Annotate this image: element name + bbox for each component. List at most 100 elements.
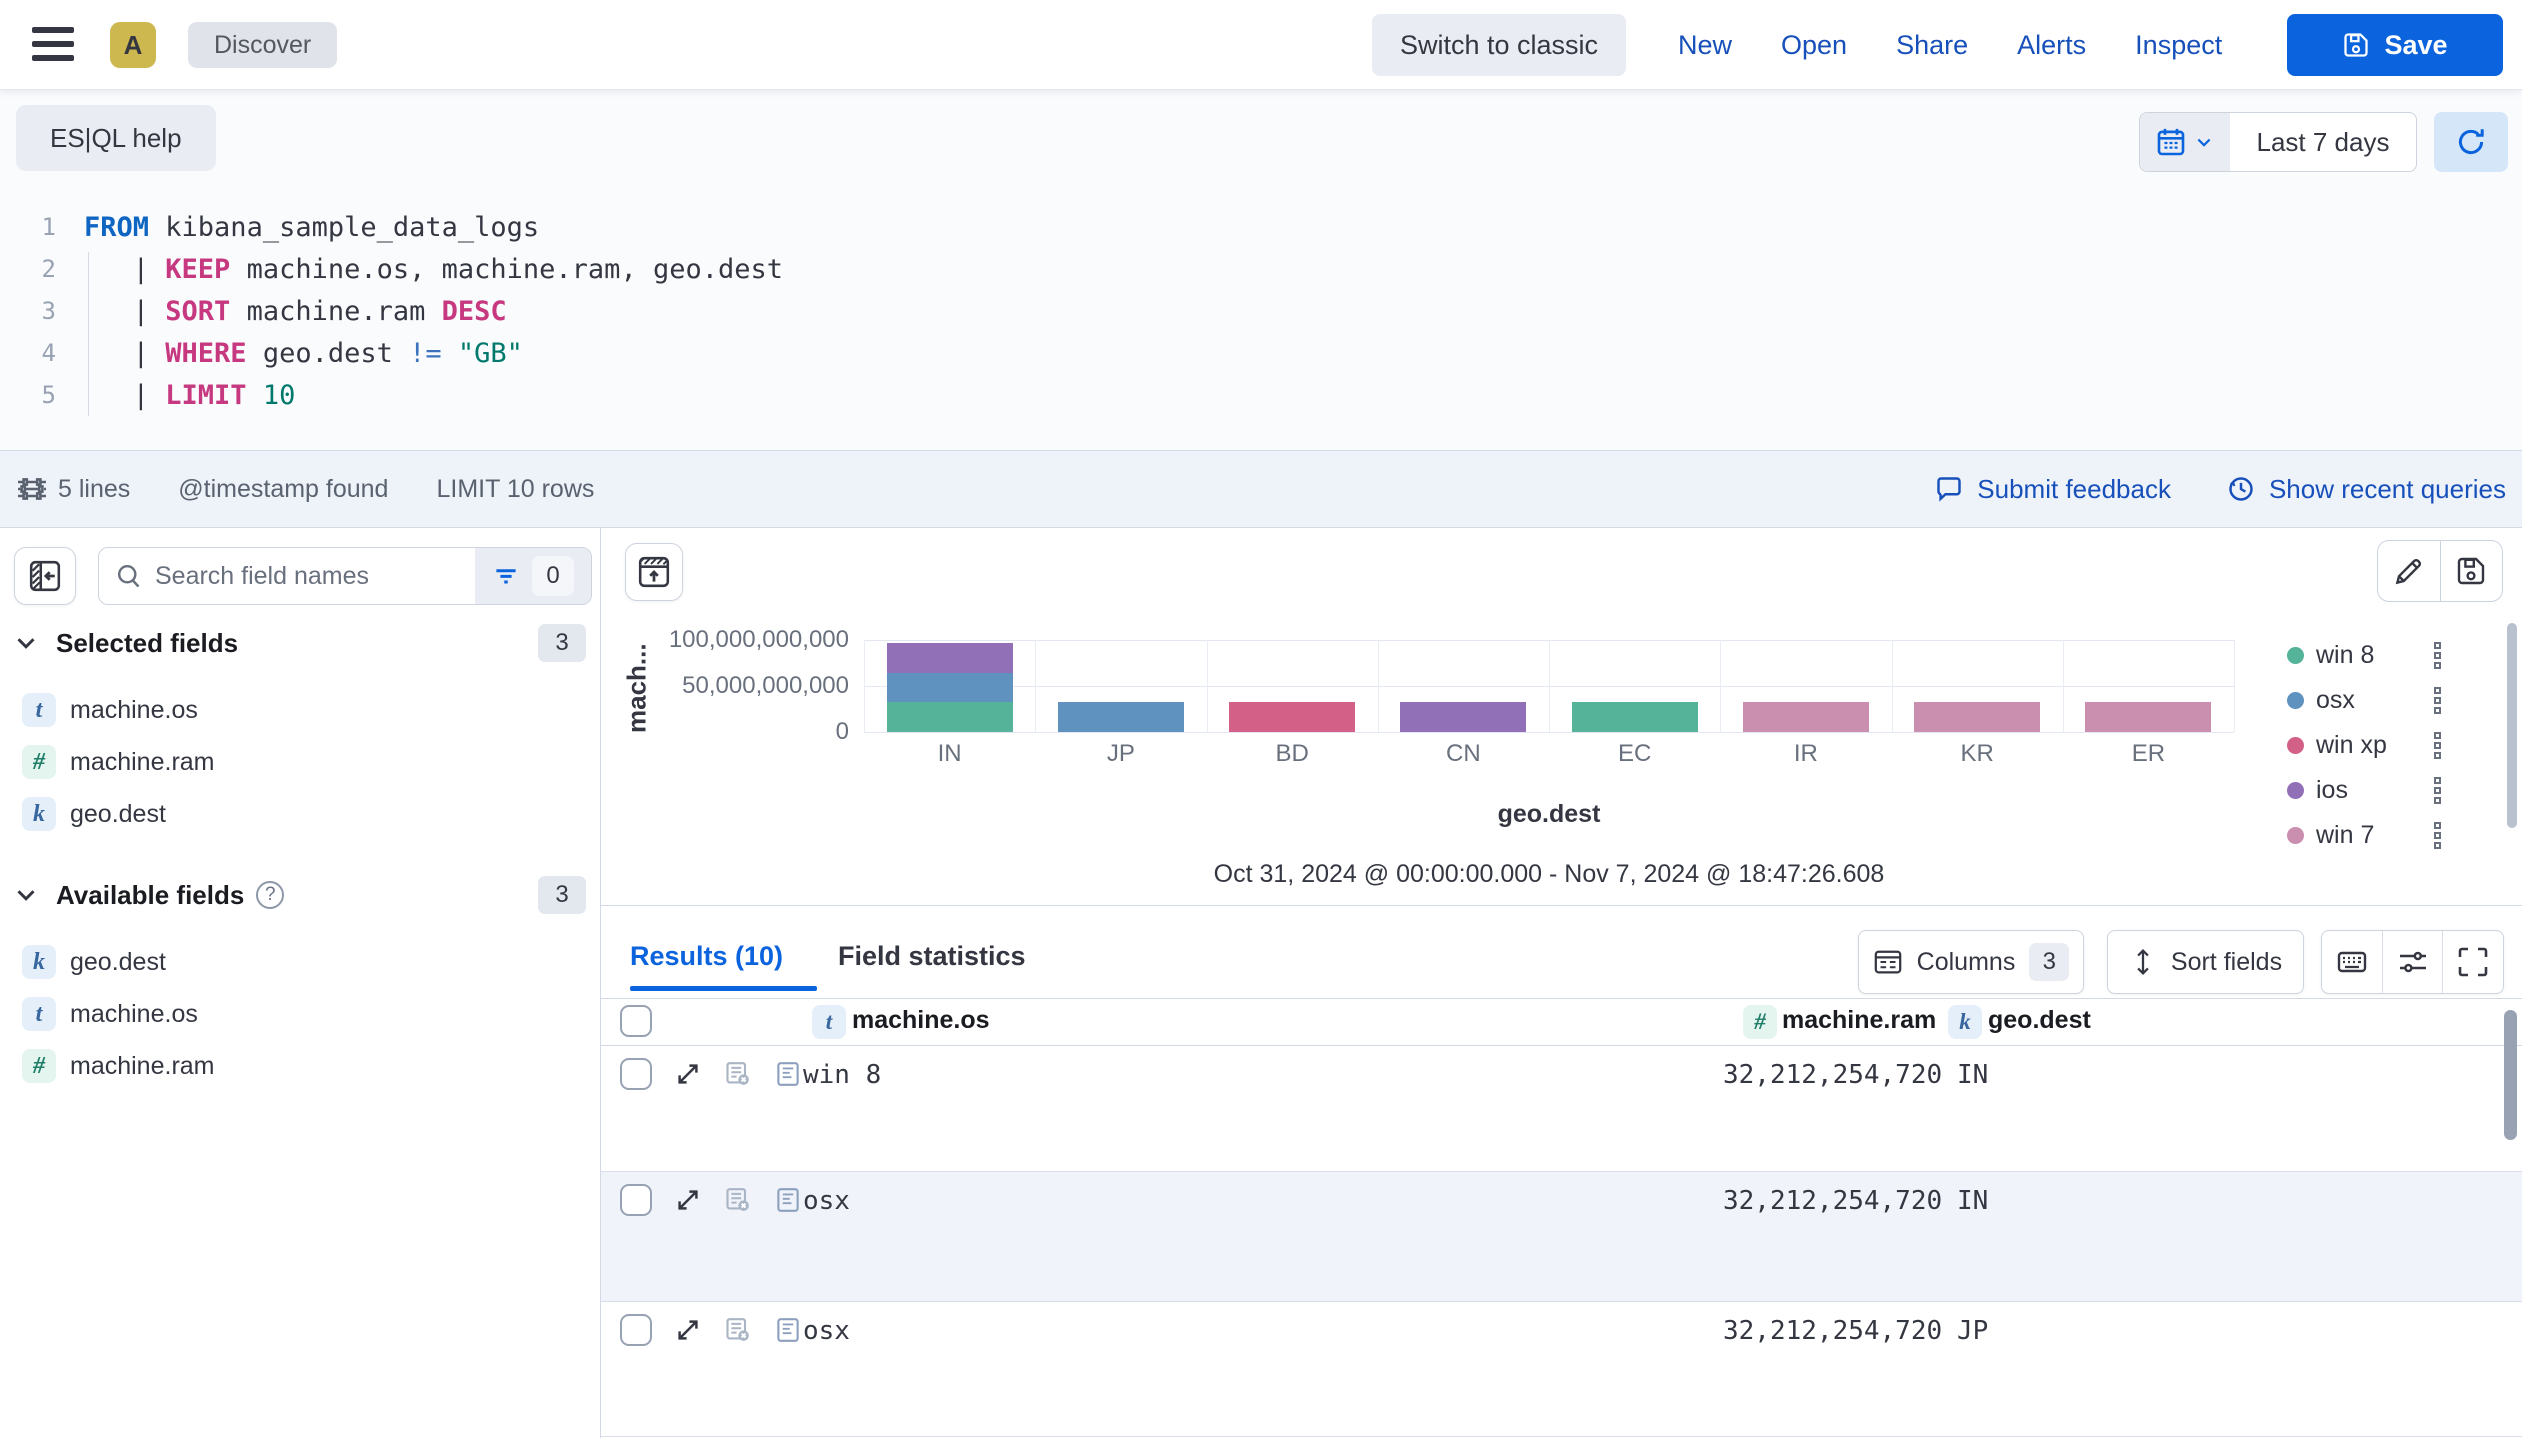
line-number: 1 [0, 213, 56, 241]
tab-results[interactable]: Results (10) [630, 926, 783, 986]
table-row: osx32,212,254,720JP [601, 1302, 2522, 1437]
x-axis-tick: EC [1549, 740, 1720, 772]
bar-IN-osx[interactable] [887, 673, 1013, 703]
section-header-available-fields[interactable]: Available fields3 [14, 872, 586, 918]
chevron-down-icon [2194, 132, 2214, 152]
field-filter-button[interactable]: 0 [475, 548, 591, 604]
nav-link-new[interactable]: New [1678, 30, 1732, 61]
columns-button-label: Columns [1917, 948, 2016, 977]
row-checkbox[interactable] [620, 1058, 652, 1090]
nav-link-alerts[interactable]: Alerts [2017, 30, 2086, 61]
degraded-doc-icon [724, 1186, 752, 1214]
cell-machine.ram: 32,212,254,720 [1723, 1186, 1942, 1216]
code-line: 2 | KEEP machine.os, machine.ram, geo.de… [0, 248, 2522, 290]
legend-item-win-xp[interactable]: win xp [2287, 731, 2441, 760]
field-list: tmachine.os#machine.ramkgeo.dest [14, 684, 586, 840]
collapse-sidebar-button[interactable] [14, 547, 76, 605]
show-recent-queries-link[interactable]: Show recent queries [2227, 474, 2506, 505]
show-recent-queries-label: Show recent queries [2269, 474, 2506, 505]
tab-field-statistics[interactable]: Field statistics [838, 926, 1026, 986]
search-icon [115, 562, 143, 590]
chevron-down-icon [14, 631, 38, 655]
expand-row-icon[interactable] [674, 1316, 702, 1344]
hide-chart-button[interactable] [625, 543, 683, 601]
legend-item-ios[interactable]: ios [2287, 776, 2441, 805]
chevron-down-icon [14, 883, 38, 907]
column-header-machine.os[interactable]: machine.os [852, 1006, 990, 1035]
field-type-icon: t [22, 693, 56, 727]
field-item-geo.dest[interactable]: kgeo.dest [14, 936, 586, 988]
legend-item-win-7[interactable]: win 7 [2287, 821, 2441, 850]
view-document-icon[interactable] [774, 1186, 802, 1214]
bar-IN-win-8[interactable] [887, 702, 1013, 732]
fullscreen-button[interactable] [2442, 931, 2503, 993]
expand-row-icon[interactable] [674, 1186, 702, 1214]
switch-to-classic-button[interactable]: Switch to classic [1372, 14, 1626, 76]
date-picker-calendar-button[interactable] [2140, 113, 2230, 171]
bar-ER-win-7[interactable] [2085, 702, 2211, 732]
bar-KR-win-7[interactable] [1914, 702, 2040, 732]
save-button-label: Save [2384, 30, 2447, 61]
view-document-icon[interactable] [774, 1060, 802, 1088]
status-item: @timestamp found [178, 475, 388, 504]
editor-indent-guide [88, 252, 89, 416]
legend-color-dot [2287, 737, 2304, 754]
esql-help-button[interactable]: ES|QL help [16, 105, 216, 171]
legend-actions-icon[interactable] [2434, 642, 2441, 669]
esql-code-editor[interactable]: 1 FROM kibana_sample_data_logs 2 | KEEP ma… [0, 206, 2522, 416]
save-visualization-button[interactable] [2441, 541, 2503, 601]
field-item-machine.os[interactable]: tmachine.os [14, 684, 586, 736]
search-input[interactable] [155, 562, 435, 591]
menu-icon[interactable] [32, 27, 74, 63]
bar-CN-ios[interactable] [1400, 702, 1526, 732]
line-number: 5 [0, 381, 56, 409]
results-scrollbar[interactable] [2504, 1010, 2517, 1140]
sort-fields-button[interactable]: Sort fields [2107, 930, 2304, 994]
save-button[interactable]: Save [2287, 14, 2503, 76]
editor-footer-bar: 5 lines@timestamp foundLIMIT 10 rows Sub… [0, 450, 2522, 528]
bar-BD-win-xp[interactable] [1229, 702, 1355, 732]
bar-IN-ios[interactable] [887, 643, 1013, 673]
bar-EC-win-8[interactable] [1572, 702, 1698, 732]
legend-scrollbar[interactable] [2507, 623, 2517, 828]
bar-JP-osx[interactable] [1058, 702, 1184, 732]
line-number: 4 [0, 339, 56, 367]
nav-link-inspect[interactable]: Inspect [2135, 30, 2222, 61]
bar-chart[interactable]: INJPBDCNECIRKRER [864, 528, 2234, 732]
column-header-geo.dest[interactable]: geo.dest [1988, 1006, 2091, 1035]
submit-feedback-link[interactable]: Submit feedback [1935, 474, 2171, 505]
breadcrumb[interactable]: Discover [188, 22, 337, 68]
legend-item-win-8[interactable]: win 8 [2287, 641, 2441, 670]
time-range-value[interactable]: Last 7 days [2230, 113, 2416, 171]
refresh-button[interactable] [2434, 112, 2508, 172]
legend-item-osx[interactable]: osx [2287, 686, 2441, 715]
field-sections: Selected fields3tmachine.os#machine.ramk… [0, 620, 600, 1092]
display-options-button[interactable] [2382, 931, 2443, 993]
expand-row-icon[interactable] [674, 1060, 702, 1088]
edit-visualization-button[interactable] [2378, 541, 2441, 601]
field-item-machine.ram[interactable]: #machine.ram [14, 736, 586, 788]
keyboard-shortcuts-button[interactable] [2322, 931, 2382, 993]
select-all-checkbox[interactable] [620, 1005, 652, 1037]
row-controls [620, 1058, 802, 1090]
code-text: FROM kibana_sample_data_logs [84, 212, 539, 243]
legend-actions-icon[interactable] [2434, 732, 2441, 759]
nav-link-open[interactable]: Open [1781, 30, 1847, 61]
legend-color-dot [2287, 647, 2304, 664]
legend-actions-icon[interactable] [2434, 822, 2441, 849]
row-checkbox[interactable] [620, 1184, 652, 1216]
section-header-selected-fields[interactable]: Selected fields3 [14, 620, 586, 666]
nav-link-share[interactable]: Share [1896, 30, 1968, 61]
legend-actions-icon[interactable] [2434, 687, 2441, 714]
field-item-machine.os[interactable]: tmachine.os [14, 988, 586, 1040]
field-item-machine.ram[interactable]: #machine.ram [14, 1040, 586, 1092]
gridline [1892, 640, 1893, 732]
columns-button[interactable]: Columns 3 [1858, 930, 2084, 994]
view-document-icon[interactable] [774, 1316, 802, 1344]
row-checkbox[interactable] [620, 1314, 652, 1346]
column-header-machine.ram[interactable]: machine.ram [1782, 1006, 1936, 1035]
legend-actions-icon[interactable] [2434, 777, 2441, 804]
avatar[interactable]: A [110, 22, 156, 68]
bar-IR-win-7[interactable] [1743, 702, 1869, 732]
field-item-geo.dest[interactable]: kgeo.dest [14, 788, 586, 840]
